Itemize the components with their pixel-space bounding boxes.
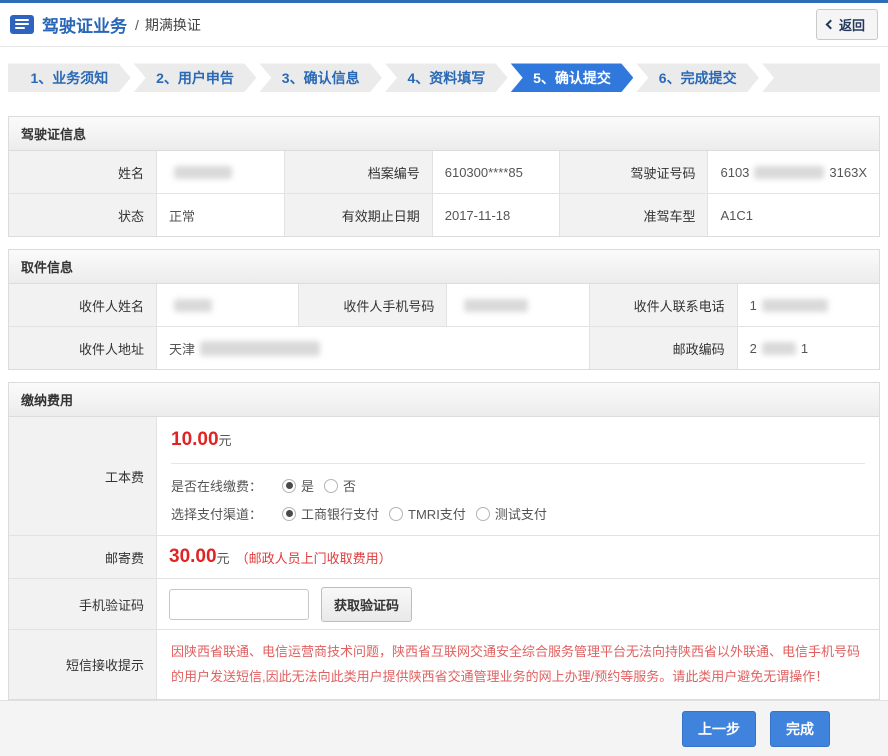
production-fee-amount-line: 10.00元 — [171, 429, 865, 451]
name-label: 姓名 — [9, 151, 156, 193]
redacted-blur — [762, 299, 828, 312]
back-button-label: 返回 — [839, 15, 865, 34]
status-value: 正常 — [157, 194, 284, 236]
chevron-left-icon — [826, 20, 836, 30]
vehicle-class-label: 准驾车型 — [560, 194, 707, 236]
recipient-address-prefix: 天津 — [169, 339, 195, 358]
postage-fee-cell: 30.00元 （邮政人员上门收取费用） — [157, 536, 879, 578]
production-fee-cell: 10.00元 是否在线缴费： 是 否 选择支付渠道： 工商银行支付 TMRI支付 — [157, 417, 879, 535]
radio-online-no-label[interactable]: 否 — [343, 476, 356, 495]
production-fee-unit: 元 — [219, 433, 232, 448]
footer-bar: 上一步 完成 — [0, 700, 888, 756]
sms-notice-label: 短信接收提示 — [9, 630, 156, 699]
breadcrumb-separator: / — [135, 17, 139, 33]
license-section-title: 驾驶证信息 — [9, 117, 879, 151]
postal-code-value: 2 1 — [738, 327, 879, 369]
radio-channel-tmri[interactable] — [389, 507, 403, 521]
redacted-blur — [200, 341, 320, 356]
file-no-label: 档案编号 — [285, 151, 432, 193]
page: 驾驶证业务 / 期满换证 返回 1、业务须知 2、用户申告 3、确认信息 4、资… — [0, 0, 888, 756]
pickup-section-title: 取件信息 — [9, 250, 879, 284]
sms-code-cell: 获取验证码 — [157, 579, 879, 629]
pickup-info-table: 收件人姓名 收件人手机号码 收件人联系电话 1 收件人地址 天津 邮政编码 2 … — [9, 284, 879, 369]
step-2-declaration[interactable]: 2、用户申告 — [134, 63, 257, 92]
finish-button[interactable]: 完成 — [770, 711, 830, 747]
radio-channel-test-label[interactable]: 测试支付 — [495, 504, 547, 523]
vehicle-class-value: A1C1 — [708, 194, 879, 236]
recipient-phone-prefix: 1 — [750, 298, 757, 313]
file-no-value: 610300****85 — [433, 151, 560, 193]
license-no-suffix: 3163X — [829, 165, 867, 180]
fees-section-title: 缴纳费用 — [9, 383, 879, 417]
redacted-blur — [174, 166, 232, 179]
sms-code-label: 手机验证码 — [9, 579, 156, 629]
page-title: 驾驶证业务 — [42, 12, 127, 37]
breadcrumb-current: 期满换证 — [145, 15, 201, 35]
license-no-label: 驾驶证号码 — [560, 151, 707, 193]
step-indicator: 1、业务须知 2、用户申告 3、确认信息 4、资料填写 5、确认提交 6、完成提… — [8, 63, 880, 92]
pay-channel-row: 选择支付渠道： 工商银行支付 TMRI支付 测试支付 — [171, 504, 865, 523]
recipient-name-value — [157, 284, 298, 326]
license-no-value: 6103 3163X — [708, 151, 879, 193]
recipient-phone-value: 1 — [738, 284, 879, 326]
redacted-blur — [754, 166, 824, 179]
step-4-fill-data[interactable]: 4、资料填写 — [385, 63, 508, 92]
redacted-blur — [762, 342, 796, 355]
postage-fee-note: （邮政人员上门收取费用） — [236, 548, 392, 567]
license-info-table: 姓名 档案编号 610300****85 驾驶证号码 6103 3163X 状态… — [9, 151, 879, 236]
pickup-info-section: 取件信息 收件人姓名 收件人手机号码 收件人联系电话 1 收件人地址 天津 邮政… — [8, 249, 880, 370]
postage-fee-amount: 30.00 — [169, 546, 217, 568]
redacted-blur — [174, 299, 212, 312]
radio-online-yes-label[interactable]: 是 — [301, 476, 314, 495]
license-no-prefix: 6103 — [720, 165, 749, 180]
radio-online-no[interactable] — [324, 479, 338, 493]
postage-fee-unit: 元 — [217, 548, 230, 567]
postage-fee-label: 邮寄费 — [9, 536, 156, 578]
radio-online-yes[interactable] — [282, 479, 296, 493]
recipient-mobile-label: 收件人手机号码 — [299, 284, 446, 326]
pay-channel-question: 选择支付渠道： — [171, 504, 262, 523]
name-value — [157, 151, 284, 193]
step-bar-filler — [762, 63, 880, 92]
back-button[interactable]: 返回 — [816, 9, 878, 40]
header: 驾驶证业务 / 期满换证 返回 — [0, 3, 888, 48]
step-5-confirm-submit[interactable]: 5、确认提交 — [511, 63, 634, 92]
fees-section: 缴纳费用 工本费 10.00元 是否在线缴费： 是 否 选择支付渠道： — [8, 382, 880, 700]
recipient-name-label: 收件人姓名 — [9, 284, 156, 326]
sms-code-input[interactable] — [169, 589, 309, 620]
fee-divider — [171, 463, 865, 464]
step-3-confirm-info[interactable]: 3、确认信息 — [259, 63, 382, 92]
online-pay-question: 是否在线缴费： — [171, 476, 262, 495]
recipient-address-label: 收件人地址 — [9, 327, 156, 369]
production-fee-label: 工本费 — [9, 417, 156, 535]
postal-code-label: 邮政编码 — [590, 327, 737, 369]
valid-until-value: 2017-11-18 — [433, 194, 560, 236]
postal-code-prefix: 2 — [750, 341, 757, 356]
license-info-section: 驾驶证信息 姓名 档案编号 610300****85 驾驶证号码 6103 31… — [8, 116, 880, 237]
step-1-notice[interactable]: 1、业务须知 — [8, 63, 131, 92]
fees-table: 工本费 10.00元 是否在线缴费： 是 否 选择支付渠道： 工商银行支付 — [9, 417, 879, 699]
recipient-phone-label: 收件人联系电话 — [590, 284, 737, 326]
production-fee-amount: 10.00 — [171, 429, 219, 450]
radio-channel-test[interactable] — [476, 507, 490, 521]
previous-step-button[interactable]: 上一步 — [682, 711, 756, 747]
radio-channel-icbc-label[interactable]: 工商银行支付 — [301, 504, 379, 523]
radio-channel-icbc[interactable] — [282, 507, 296, 521]
license-menu-icon — [10, 15, 34, 34]
step-6-complete[interactable]: 6、完成提交 — [636, 63, 759, 92]
status-label: 状态 — [9, 194, 156, 236]
valid-until-label: 有效期止日期 — [285, 194, 432, 236]
redacted-blur — [464, 299, 528, 312]
online-pay-row: 是否在线缴费： 是 否 — [171, 476, 865, 495]
recipient-mobile-value — [447, 284, 588, 326]
radio-channel-tmri-label[interactable]: TMRI支付 — [408, 504, 466, 523]
get-sms-code-button[interactable]: 获取验证码 — [321, 587, 412, 622]
postal-code-suffix: 1 — [801, 341, 808, 356]
recipient-address-value: 天津 — [157, 327, 589, 369]
sms-notice-text: 因陕西省联通、电信运营商技术问题，陕西省互联网交通安全综合服务管理平台无法向持陕… — [157, 630, 879, 699]
